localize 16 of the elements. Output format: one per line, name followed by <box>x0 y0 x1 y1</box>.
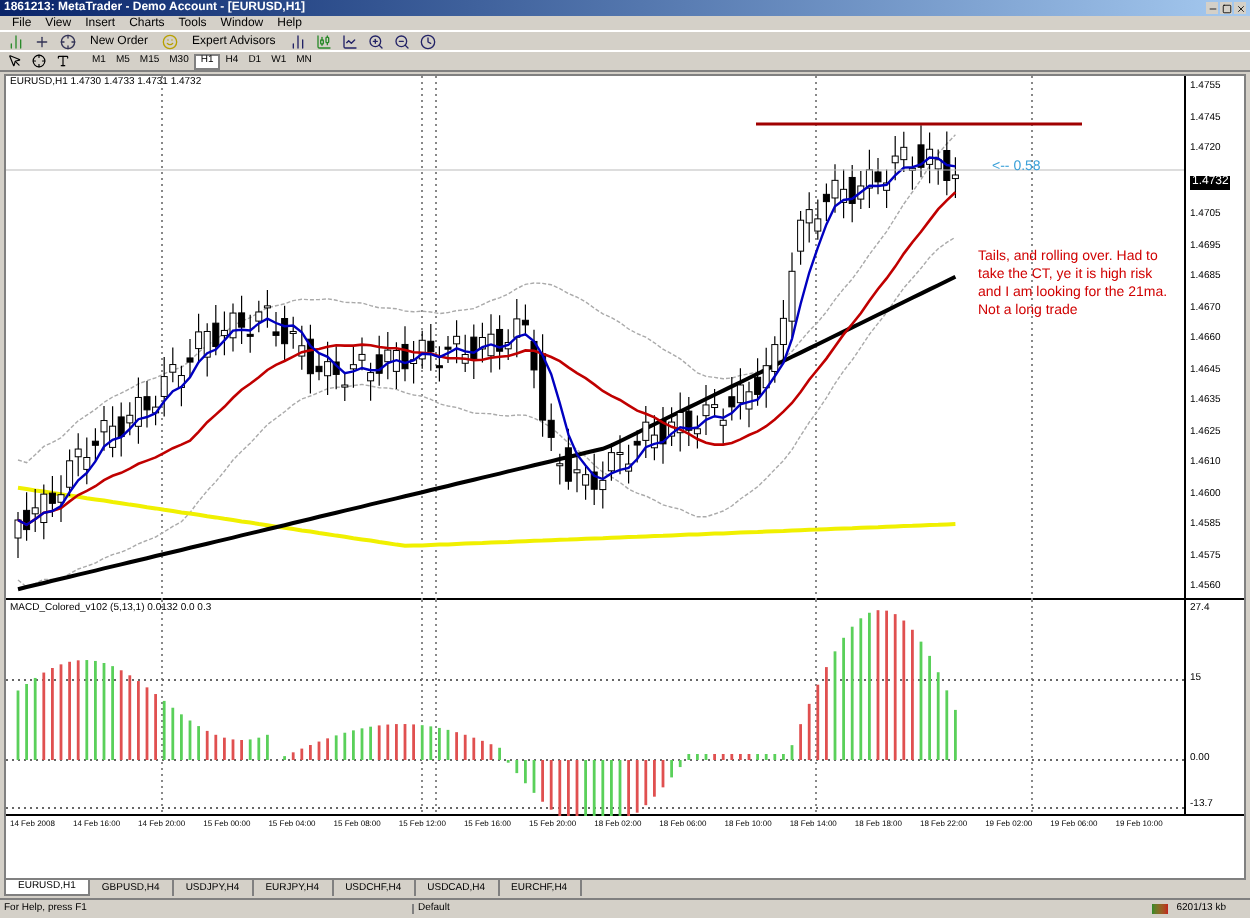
clock-icon[interactable] <box>419 33 436 49</box>
new-chart-icon[interactable] <box>8 33 24 49</box>
cursor-icon[interactable] <box>8 54 22 68</box>
bar-chart-icon[interactable] <box>289 33 306 49</box>
zoom-in-icon[interactable] <box>367 33 384 49</box>
text-tool-icon[interactable] <box>56 54 70 68</box>
connection-icon <box>1152 904 1169 914</box>
add-icon[interactable] <box>34 33 50 49</box>
crosshair-icon[interactable] <box>60 33 76 49</box>
zoom-out-icon[interactable] <box>393 33 410 49</box>
close-button[interactable] <box>1234 2 1246 14</box>
maximize-button[interactable] <box>1220 2 1232 14</box>
minimize-button[interactable] <box>1206 2 1218 14</box>
candlestick-icon[interactable] <box>315 33 332 49</box>
crosshair-icon[interactable] <box>32 54 46 68</box>
line-chart-icon[interactable] <box>341 33 358 49</box>
